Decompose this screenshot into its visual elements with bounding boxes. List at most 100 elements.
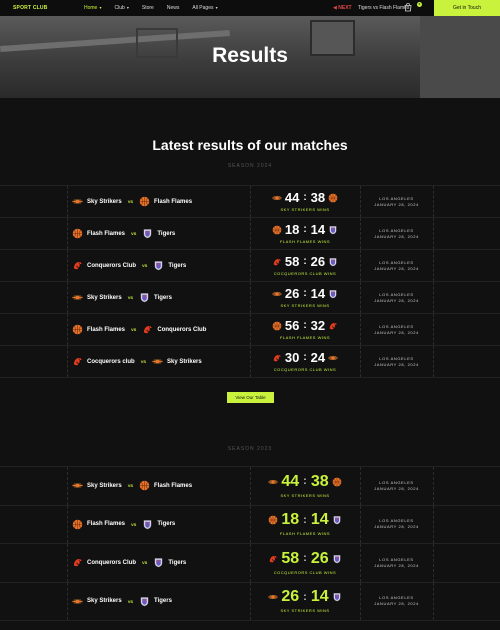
basketball-logo-icon — [139, 196, 150, 207]
cart-icon[interactable] — [404, 3, 412, 12]
score-line: 18:14 — [265, 512, 344, 528]
view-table-button[interactable]: View Our Table — [227, 392, 274, 403]
away-score: 24 — [310, 350, 326, 365]
column-divider — [67, 186, 68, 217]
match-date: JANUARY 28, 2024 — [374, 233, 419, 239]
home-team-name: Sky Strikers — [87, 482, 122, 489]
tiger-shield-logo-icon — [154, 558, 163, 568]
tiger-shield-logo-icon — [144, 519, 152, 530]
vs-label: VS — [140, 359, 147, 364]
basketball-logo-icon — [269, 515, 278, 525]
tiger-shield-logo-icon — [144, 229, 152, 239]
match-location: LOS ANGELES JANUARY 28, 2024 — [360, 467, 433, 505]
basketball-logo-icon — [272, 321, 282, 330]
match-date: JANUARY 28, 2024 — [374, 329, 419, 335]
match-score: 18:14 FLASH FLAMES WINS — [250, 218, 360, 249]
match-location: LOS ANGELES JANUARY 28, 2024 — [360, 186, 433, 217]
match-location: LOS ANGELES JANUARY 28, 2024 — [360, 282, 433, 313]
match-teams: Flash Flames VS Tigers — [72, 506, 175, 544]
score-separator: : — [303, 475, 307, 488]
chevron-down-icon: ▾ — [98, 5, 102, 10]
score-separator: : — [303, 191, 307, 203]
basketball-logo-icon — [272, 225, 282, 234]
basketball-logo-icon — [72, 519, 83, 530]
basketball-logo-icon — [139, 480, 150, 491]
sky-strikers-logo-icon — [268, 479, 278, 484]
away-score: 38 — [310, 472, 329, 490]
match-teams: Flash Flames VS Conquerors Club — [72, 314, 206, 345]
home-team-name: Conquerors Club — [87, 262, 136, 269]
site-logo[interactable]: SPORT CLUB — [13, 5, 48, 11]
basketball-logo-icon — [72, 324, 83, 335]
away-team-name: Flash Flames — [154, 482, 193, 489]
result-row[interactable]: Flash Flames VS Tigers 18:14 FLASH FLAMES WI… — [0, 504, 500, 544]
winner-label: SKY STRIKERS WINS — [280, 608, 330, 614]
away-team-name: Tigers — [154, 294, 172, 301]
result-row[interactable]: Sky Strikers VS Flash Flames 44:38 SKY STRIK… — [0, 466, 500, 505]
result-row[interactable]: Flash Flames VS Tigers 18:14 FLASH FLAMES WI… — [0, 217, 500, 249]
column-divider — [433, 250, 434, 281]
result-row[interactable]: Conquerors Club VS Tigers 58:26 COCQUERORS C… — [0, 543, 500, 582]
column-divider — [67, 282, 68, 313]
tiger-shield-logo-icon — [140, 293, 149, 303]
result-row[interactable]: Flash Flames VS Conquerors Club 56:32 FLASH … — [0, 313, 500, 345]
column-divider — [67, 582, 68, 620]
match-score: 26:14 SKY STRIKERS WINS — [250, 282, 360, 313]
menu-item-all-pages[interactable]: All Pages ▾ — [192, 5, 217, 11]
chevron-down-icon: ▾ — [214, 5, 218, 10]
get-in-touch-button[interactable]: Get in Touch — [434, 0, 500, 16]
match-location: LOS ANGELES JANUARY 28, 2024 — [360, 218, 433, 249]
match-location: LOS ANGELES JANUARY 28, 2024 — [360, 314, 433, 345]
menu-item-news[interactable]: News — [167, 5, 180, 11]
winner-label: SKY STRIKERS WINS — [280, 303, 330, 308]
match-location: LOS ANGELES JANUARY 28, 2024 — [360, 506, 433, 544]
home-team-name: Sky Strikers — [87, 294, 122, 301]
results-2024: Sky Strikers VS Flash Flames 44:38 SKY STRIK… — [0, 185, 500, 380]
bird-logo-icon — [273, 354, 281, 362]
result-row[interactable]: Sky Strikers VS Tigers 26:14 SKY STRIKERS WI… — [0, 581, 500, 620]
tiger-shield-logo-icon — [329, 289, 337, 298]
result-row[interactable]: Sky Strikers VS Tigers 26:14 SKY STRIKERS WI… — [0, 281, 500, 313]
season-2023-label: SEASON 2023 — [227, 446, 273, 452]
column-divider — [433, 186, 434, 217]
match-date: JANUARY 28, 2024 — [374, 201, 419, 207]
home-score: 18 — [284, 222, 300, 237]
column-divider — [67, 346, 68, 377]
column-divider — [433, 544, 434, 582]
score-separator: : — [303, 552, 307, 565]
match-teams: Conquerors Club VS Tigers — [72, 544, 186, 582]
tiger-shield-logo-icon — [154, 261, 163, 271]
score-separator: : — [303, 287, 307, 299]
match-date: JANUARY 28, 2024 — [374, 485, 419, 491]
vs-label: VS — [142, 263, 148, 268]
away-score: 26 — [310, 254, 326, 269]
tiger-shield-logo-icon — [329, 225, 337, 234]
winner-label: COCQUERORS CLUB WINS — [273, 271, 337, 276]
result-row[interactable]: Conquerors Club VS Tigers 58:26 COCQUERORS C… — [0, 249, 500, 281]
tiger-shield-logo-icon — [333, 593, 341, 602]
result-row[interactable]: Sky Strikers VS Flash Flames 44:38 SKY STRIK… — [0, 185, 500, 217]
menu-item-home[interactable]: Home ▾ — [84, 5, 101, 11]
next-match[interactable]: ◀ NEXT Tigers vs Flash Flames — [333, 5, 409, 11]
home-score: 26 — [281, 588, 300, 606]
home-team-name: Flash Flames — [87, 230, 126, 237]
menu-item-club[interactable]: Club ▾ — [114, 5, 128, 11]
result-row[interactable]: Cocquerors club VS Sky Strikers 30:24 COCQUE… — [0, 345, 500, 377]
column-divider — [433, 282, 434, 313]
vs-label: VS — [127, 483, 134, 489]
sky-strikers-logo-icon — [272, 291, 282, 296]
match-date: JANUARY 28, 2024 — [374, 297, 419, 303]
tiger-shield-logo-icon — [333, 554, 341, 564]
home-score: 58 — [284, 254, 300, 269]
season-2024-label: SEASON 2024 — [227, 163, 273, 169]
next-match-title: Tigers vs Flash Flames — [357, 5, 410, 11]
basketball-logo-icon — [328, 193, 338, 202]
away-score: 32 — [310, 318, 326, 333]
vs-label: VS — [127, 598, 134, 604]
match-date: JANUARY 28, 2024 — [374, 601, 419, 607]
menu-item-store[interactable]: Store — [142, 5, 154, 11]
bird-logo-icon — [329, 322, 337, 330]
score-separator: : — [303, 513, 307, 526]
column-divider — [67, 314, 68, 345]
sky-strikers-logo-icon — [272, 195, 282, 200]
